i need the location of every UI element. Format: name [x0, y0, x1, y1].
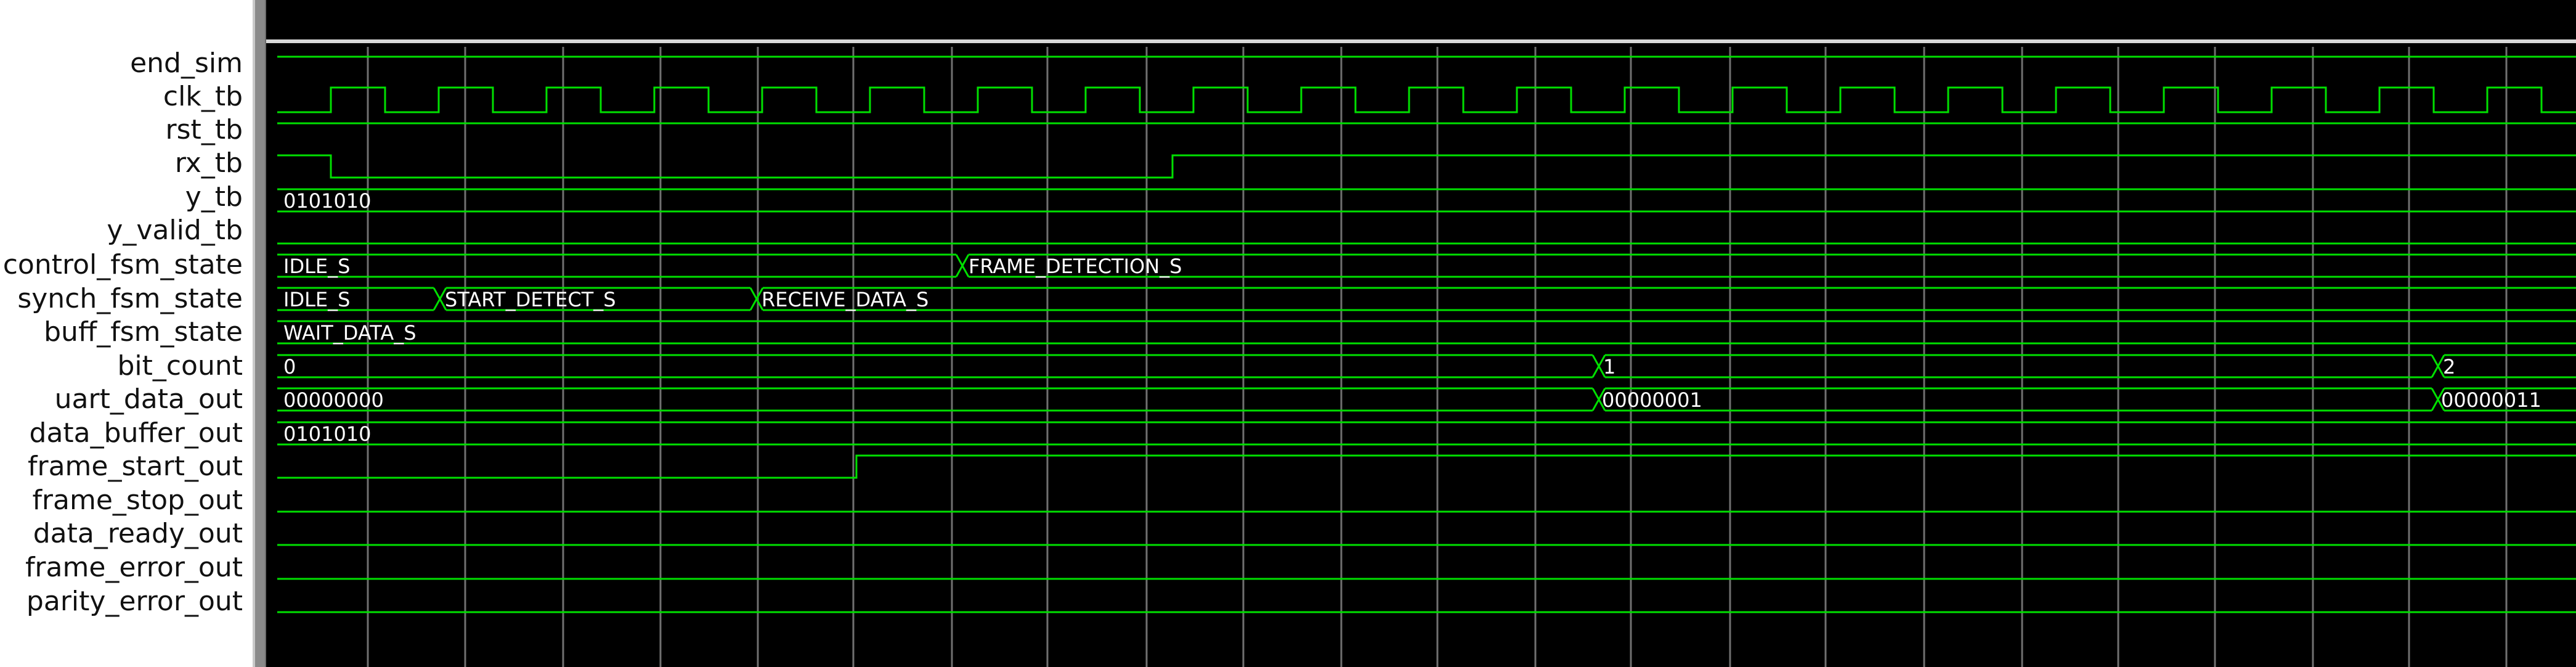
uart-data-out-value: 00000000 [283, 388, 384, 412]
wave-synch-fsm-state[interactable] [277, 287, 2576, 311]
wave-uart-data-out[interactable] [277, 387, 2576, 412]
bit-count-value: 2 [2443, 355, 2455, 379]
wave-control-fsm-state[interactable] [277, 253, 2576, 278]
wave-clk-tb[interactable] [277, 86, 2576, 113]
wave-buff-fsm-state[interactable] [277, 320, 2576, 345]
bit-count-value: 0 [283, 355, 296, 379]
wave-frame-start-out[interactable] [277, 454, 2576, 479]
uart-data-out-value: 00000011 [2441, 388, 2541, 412]
control-fsm-state-value: FRAME_DETECTION_S [969, 255, 1182, 278]
synch-fsm-state-value: IDLE_S [283, 288, 350, 311]
data-buffer-out-value: 0101010 [283, 422, 372, 446]
wave-rx-tb[interactable] [277, 154, 2576, 179]
y-tb-value: 0101010 [283, 189, 372, 213]
wave-data-buffer-out[interactable] [277, 421, 2576, 446]
synch-fsm-state-value: START_DETECT_S [445, 288, 616, 311]
synch-fsm-state-value: RECEIVE_DATA_S [762, 288, 928, 311]
wave-y-tb[interactable] [277, 188, 2576, 213]
buff-fsm-state-value: WAIT_DATA_S [283, 321, 416, 345]
waveform-canvas: 0101010 IDLE_S FRAME_DETECTION_S IDLE_S … [277, 47, 2576, 667]
waveforms [277, 55, 2576, 613]
bit-count-value: 1 [1603, 355, 1615, 379]
uart-data-out-value: 00000001 [1602, 388, 1702, 412]
control-fsm-state-value: IDLE_S [283, 255, 350, 278]
bus-value-labels: 0101010 IDLE_S FRAME_DETECTION_S IDLE_S … [283, 189, 2541, 446]
grid-lines [367, 47, 2508, 667]
wave-bit-count[interactable] [277, 354, 2576, 379]
